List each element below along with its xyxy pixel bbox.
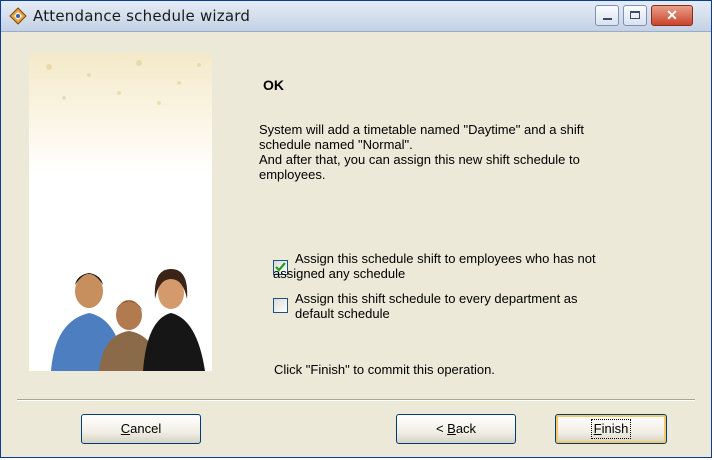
cancel-accel: C bbox=[120, 421, 131, 436]
wizard-window: Attendance schedule wizard ✕ OK System w… bbox=[0, 0, 712, 458]
option-label-line: default schedule bbox=[295, 306, 390, 321]
option-label-line: Assign this shift schedule to every depa… bbox=[295, 291, 578, 306]
finish-accel: F bbox=[593, 421, 602, 436]
description-line: System will add a timetable named "Dayti… bbox=[259, 122, 584, 137]
assign-department-label[interactable]: Assign this shift schedule to every depa… bbox=[295, 291, 695, 321]
minimize-button[interactable] bbox=[595, 5, 619, 26]
back-button[interactable]: < Back bbox=[396, 414, 516, 444]
wizard-side-image bbox=[29, 53, 212, 371]
option-label-line: assigned any schedule bbox=[273, 266, 406, 281]
assign-department-checkbox[interactable] bbox=[273, 298, 288, 313]
close-icon: ✕ bbox=[666, 7, 678, 23]
step-heading: OK bbox=[263, 77, 284, 93]
assign-department-default-option[interactable]: Assign this shift schedule to every depa… bbox=[273, 291, 693, 323]
wizard-app-icon bbox=[9, 7, 27, 25]
back-prefix: < bbox=[435, 421, 448, 436]
back-label: ack bbox=[455, 421, 477, 436]
back-accel: B bbox=[447, 421, 456, 436]
cancel-button[interactable]: Cancel bbox=[81, 414, 201, 444]
assign-unassigned-label[interactable]: Assign this schedule shift to employees … bbox=[273, 251, 695, 281]
option-label-line: Assign this schedule shift to employees … bbox=[295, 251, 596, 266]
description-line: schedule named "Normal". bbox=[259, 137, 413, 152]
title-bar[interactable]: Attendance schedule wizard ✕ bbox=[1, 1, 711, 32]
cancel-label: ancel bbox=[130, 421, 162, 436]
assign-unassigned-employees-option[interactable]: Assign this schedule shift to employees … bbox=[273, 251, 693, 283]
people-illustration bbox=[46, 60, 205, 371]
description-text: System will add a timetable named "Dayti… bbox=[259, 122, 679, 182]
maximize-button[interactable] bbox=[623, 5, 647, 26]
finish-label: inish bbox=[601, 421, 629, 436]
description-line: employees. bbox=[259, 167, 326, 182]
window-title: Attendance schedule wizard bbox=[33, 7, 251, 25]
close-button[interactable]: ✕ bbox=[651, 5, 693, 26]
description-line: And after that, you can assign this new … bbox=[259, 152, 580, 167]
finish-focus-rect: Finish bbox=[590, 419, 632, 439]
finish-button[interactable]: Finish bbox=[555, 414, 667, 444]
divider bbox=[17, 399, 695, 401]
finish-instruction: Click "Finish" to commit this operation. bbox=[274, 362, 495, 377]
